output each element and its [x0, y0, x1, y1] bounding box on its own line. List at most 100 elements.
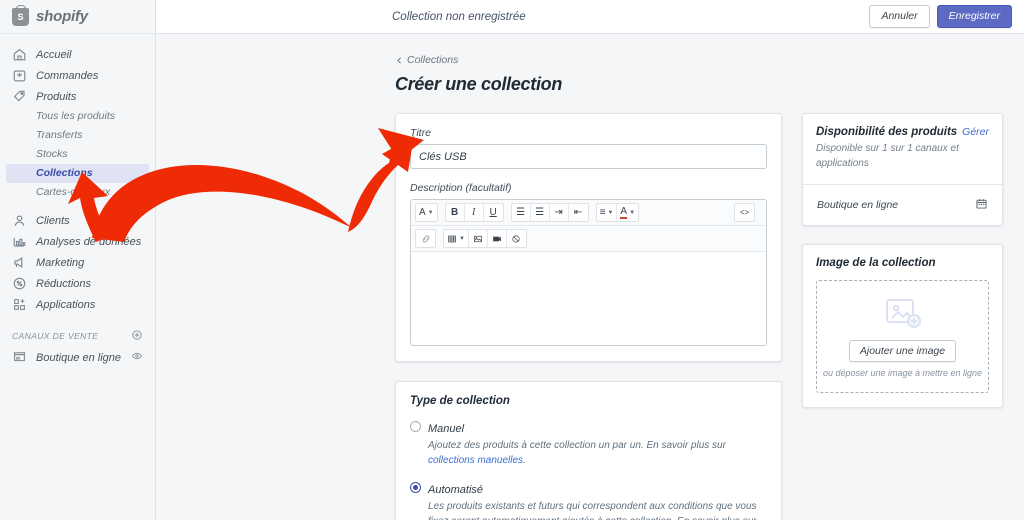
- sidebar-item-marketing[interactable]: Marketing: [6, 252, 149, 273]
- product-availability-card: Disponibilité des produits Gérer Disponi…: [802, 113, 1003, 226]
- image-dropzone[interactable]: Ajouter une image ou déposer une image à…: [816, 280, 989, 393]
- font-size-icon[interactable]: A ▼: [416, 204, 437, 221]
- editor-toolbar-row-1: A ▼ B I U ☰ ☰ ⇥ ⇤ ≡ ▼ A ▼ <>: [411, 200, 766, 226]
- radio-automatise-label: Automatisé: [428, 484, 484, 496]
- sidebar-item-label: Clients: [36, 214, 70, 227]
- sidebar-subitem-tous-les-produits[interactable]: Tous les produits: [6, 107, 149, 126]
- desc-after: .: [523, 454, 526, 466]
- text-color-icon[interactable]: A ▼: [617, 204, 638, 221]
- html-code-icon[interactable]: <>: [735, 204, 754, 221]
- sidebar-item-label: Commandes: [36, 69, 99, 82]
- eye-icon[interactable]: [131, 350, 143, 365]
- sidebar-item-label: Accueil: [36, 48, 72, 61]
- home-icon: [12, 47, 27, 62]
- primary-navigation: Accueil Commandes Produits Tous les prod…: [0, 34, 155, 368]
- radio-automatise-text: Automatisé Les produits existants et fut…: [428, 480, 767, 520]
- manage-availability-link[interactable]: Gérer: [962, 126, 989, 138]
- radio-manuel[interactable]: [410, 421, 421, 432]
- add-sales-channel-icon[interactable]: [131, 329, 143, 343]
- insert-image-icon[interactable]: [469, 230, 488, 247]
- collection-details-card: Titre Description (facultatif) A▼: [395, 113, 782, 362]
- bulleted-list-icon[interactable]: ☰: [512, 204, 531, 221]
- main-area: Collection non enregistrée Annuler Enreg…: [156, 0, 1024, 520]
- manual-collections-link[interactable]: collections manuelles: [428, 455, 523, 466]
- availability-card-header: Disponibilité des produits Gérer: [816, 126, 989, 138]
- radio-automatise[interactable]: [410, 482, 421, 493]
- shopify-admin-window: S shopify Accueil Commandes Produits Tou…: [0, 0, 1024, 520]
- sidebar-subitem-collections[interactable]: Collections: [6, 164, 149, 183]
- collection-type-option-manuel[interactable]: Manuel Ajoutez des produits à cette coll…: [410, 419, 767, 468]
- brand-logo[interactable]: S shopify: [0, 0, 155, 34]
- availability-channel-row[interactable]: Boutique en ligne: [803, 185, 1002, 225]
- customer-icon: [12, 213, 27, 228]
- sidebar-item-analyses-de-donnees[interactable]: Analyses de données: [6, 231, 149, 252]
- description-editor-body[interactable]: [411, 252, 766, 345]
- clear-formatting-icon[interactable]: [507, 230, 526, 247]
- page-columns: Titre Description (facultatif) A▼: [395, 113, 1024, 520]
- sidebar-item-reductions[interactable]: Réductions: [6, 273, 149, 294]
- sidebar-subitem-transferts[interactable]: Transferts: [6, 126, 149, 145]
- side-column: Disponibilité des produits Gérer Disponi…: [802, 113, 1003, 408]
- content-area: Collections Créer une collection Titre D…: [156, 34, 1024, 520]
- sidebar-item-boutique-en-ligne[interactable]: Boutique en ligne: [6, 347, 149, 368]
- radio-automatise-description: Les produits existants et futurs qui cor…: [428, 500, 767, 520]
- collection-type-option-automatise[interactable]: Automatisé Les produits existants et fut…: [410, 480, 767, 520]
- radio-manuel-description: Ajoutez des produits à cette collection …: [428, 439, 767, 468]
- toolbar-group-code: <>: [734, 203, 755, 222]
- product-tag-icon: [12, 89, 27, 104]
- link-icon[interactable]: [416, 230, 435, 247]
- table-icon[interactable]: ▼: [444, 230, 469, 247]
- description-rich-text-editor[interactable]: A ▼ B I U ☰ ☰ ⇥ ⇤ ≡ ▼ A ▼ <> ▼: [410, 199, 767, 346]
- add-image-button[interactable]: Ajouter une image: [848, 339, 957, 362]
- chevron-left-icon: [397, 56, 401, 64]
- sidebar-subitem-stocks[interactable]: Stocks: [6, 145, 149, 164]
- sidebar-item-label: Analyses de données: [36, 235, 142, 248]
- collection-image-card: Image de la collection Ajouter une image…: [802, 244, 1003, 408]
- toolbar-group-insert: ▼: [443, 229, 527, 248]
- sidebar-item-label: Marketing: [36, 256, 85, 269]
- save-button[interactable]: Enregistrer: [936, 5, 1012, 28]
- brand-name: shopify: [36, 8, 88, 25]
- radio-manuel-label: Manuel: [428, 423, 465, 435]
- sales-channels-header: CANAUX DE VENTE: [12, 329, 143, 343]
- toolbar-group-text: A ▼: [415, 203, 438, 222]
- title-field-label: Titre: [410, 127, 431, 139]
- insert-video-icon[interactable]: [488, 230, 507, 247]
- megaphone-icon: [12, 255, 27, 270]
- outdent-icon[interactable]: ⇥: [550, 204, 569, 221]
- toolbar-group-link: [415, 229, 436, 248]
- radio-manuel-text: Manuel Ajoutez des produits à cette coll…: [428, 419, 767, 468]
- sidebar-item-clients[interactable]: Clients: [6, 210, 149, 231]
- bold-icon[interactable]: B: [446, 204, 465, 221]
- collection-type-card: Type de collection Manuel Ajoutez des pr…: [395, 381, 782, 520]
- sidebar-subitem-cartes-cadeaux[interactable]: Cartes-cadeaux: [6, 183, 149, 202]
- availability-channel-label: Boutique en ligne: [817, 199, 899, 211]
- title-input[interactable]: [410, 144, 767, 169]
- numbered-list-icon[interactable]: ☰: [531, 204, 550, 221]
- sidebar-item-accueil[interactable]: Accueil: [6, 44, 149, 65]
- cancel-button[interactable]: Annuler: [869, 5, 930, 28]
- breadcrumb[interactable]: Collections: [395, 54, 1024, 66]
- storefront-icon: [12, 349, 27, 367]
- unsaved-collection-title: Collection non enregistrée: [392, 10, 526, 23]
- sidebar-item-applications[interactable]: Applications: [6, 294, 149, 315]
- collection-type-title: Type de collection: [410, 395, 510, 407]
- italic-icon[interactable]: I: [465, 204, 484, 221]
- desc-before: Ajoutez des produits à cette collection …: [428, 440, 726, 451]
- indent-icon[interactable]: ⇤: [569, 204, 588, 221]
- sidebar: S shopify Accueil Commandes Produits Tou…: [0, 0, 156, 520]
- page-title: Créer une collection: [395, 74, 563, 94]
- apps-grid-plus-icon: [12, 297, 27, 312]
- shopify-bag-icon: S: [12, 4, 29, 26]
- sidebar-item-produits[interactable]: Produits: [6, 86, 149, 107]
- calendar-icon[interactable]: [975, 197, 988, 213]
- align-icon[interactable]: ≡ ▼: [597, 204, 618, 221]
- sidebar-item-label: Produits: [36, 90, 77, 103]
- page: Collections Créer une collection Titre D…: [395, 54, 1024, 520]
- availability-card-body: Disponibilité des produits Gérer Disponi…: [803, 114, 1002, 184]
- top-bar: Collection non enregistrée Annuler Enreg…: [156, 0, 1024, 34]
- image-placeholder-icon: [881, 296, 925, 332]
- sidebar-item-commandes[interactable]: Commandes: [6, 65, 149, 86]
- sidebar-item-label: Boutique en ligne: [36, 351, 122, 364]
- underline-icon[interactable]: U: [484, 204, 503, 221]
